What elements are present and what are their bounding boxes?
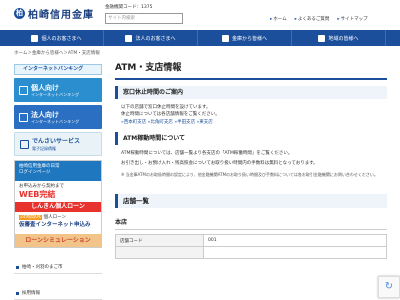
button-sub-label: インターネットバンキング [31,118,80,124]
table-value: 001 [203,234,387,247]
top-links: ホーム よくあるご質問 サイトマップ [270,16,368,22]
sidebar-link-recruit[interactable]: 採用情報 [14,288,102,300]
personal-banking-button[interactable]: 個人向け インターネットバンキング [14,78,102,102]
button-sub-label: 電子記録債権 [32,145,56,151]
branch-links[interactable]: »西本町支店 »比角町支店 »半田支店 »東支店 [115,119,387,125]
button-main-label: でんさいサービス [32,137,81,145]
main-content: ATM・支店情報 窓口休止時間のご案内 以下の店舗で窓口休止時間を設けています。… [115,60,387,259]
nav-community[interactable]: 地域の皆様へ [292,30,386,46]
community-icon [318,34,326,42]
nav-corporate[interactable]: 法人のお客さまへ [104,30,198,46]
section-heading-closure: 窓口休止時間のご案内 [115,86,387,99]
nav-from-bank[interactable]: 金庫から皆様へ [198,30,292,46]
table-row: 店舗コード 001 [115,234,387,247]
banner-text: WEB完結 [19,190,56,199]
web-complete-banner[interactable]: お申込みから契約まで WEB完結 [15,181,101,201]
online-loan-banner[interactable]: 24時間OK 個人ローン 仮審査インターネット申込み [15,212,101,234]
personal-loan-banner[interactable]: しんきん個人ローン [15,202,101,212]
logo-icon: 柏 [14,8,25,19]
home-link[interactable]: ホーム [270,16,286,22]
branch-name: 本店 [115,217,387,230]
button-sub-label: インターネットバンキング [31,91,80,97]
text-line: 休止時間については各店舗情報をご覧ください。 [121,111,220,117]
recaptcha-badge[interactable]: ↻ [378,276,400,298]
banner-text: ログインページ [19,170,51,175]
search-input[interactable]: サイト内検索 [105,13,183,24]
table-row [115,246,387,259]
logo-text: 柏崎信用金庫 [28,10,94,21]
table-label: 店舗コード [115,234,204,247]
table-label [115,246,204,259]
faq-link[interactable]: よくあるご質問 [295,16,330,22]
nav-label: 法人のお客さまへ [135,35,176,42]
sidebar: インターネットバンキング 個人向け インターネットバンキング 法人向け インター… [14,64,102,300]
recaptcha-icon: ↻ [384,281,394,292]
sidebar-heading: インターネットバンキング [14,64,102,75]
text-line: ATM稼動時間については、店舗一覧より各支店の「ATM稼働時間」をご覧ください。 [121,151,293,156]
page-title: ATM・支店情報 [115,60,387,80]
button-main-label: 個人向け [31,83,59,92]
text-line: お引き出し・お預け入れ・残高照会についてお取り扱い時間内の手数料は無料となってお… [121,160,318,166]
header: 柏 柏崎信用金庫 金融機関コード：1375 サイト内検索 ホーム よくあるご質問… [0,0,400,30]
building-icon [125,34,133,42]
corporate-banking-button[interactable]: 法人向け インターネットバンキング [14,105,102,129]
building-icon [19,112,28,122]
densai-service-button[interactable]: でんさいサービス 電子記録債権 [14,132,102,156]
bank-code: 金融機関コード：1375 [105,5,153,10]
person-icon [31,34,39,42]
table-value [203,246,387,259]
branch-table: 店舗コード 001 [115,234,387,259]
sitemap-link[interactable]: サイトマップ [337,16,368,22]
atm-text: ATM稼動時間については、店舗一覧より各支店の「ATM稼働時間」をご覧ください。… [115,151,387,167]
loan-banner[interactable]: 柏崎信用金庫の日常 ログインページ お申込みから契約まで WEB完結 しんきん個… [14,160,102,248]
nav-label: 金庫から皆様へ [231,35,267,42]
bank-icon [221,34,229,42]
section-heading-atm: ATM稼動時間について [115,132,387,145]
document-icon [20,139,29,149]
main-nav: 個人のお客さまへ 法人のお客さまへ 金庫から皆様へ 地域の皆様へ [0,30,400,46]
closure-text: 以下の店舗で窓口休止時間を設けています。 休止時間については各店舗情報をご覧くだ… [115,105,387,118]
button-main-label: 法人向け [31,110,59,119]
person-icon [19,85,28,95]
nav-label: 個人のお客さまへ [41,35,82,42]
loan-simulation-banner[interactable]: ローンシミュレーション [15,234,101,247]
nav-label: 地域の皆様へ [328,35,359,42]
atm-note: ※ 当金庫ATMのお取扱時間の設定により、他金融機関ATMのお取り扱い時間及び手… [121,172,378,177]
logo[interactable]: 柏 柏崎信用金庫 [14,6,94,21]
banner-text: 仮審査インターネット申込み [19,222,91,228]
login-banner[interactable]: 柏崎信用金庫の日常 ログインページ [15,161,101,181]
store-list-heading: 店舗一覧 [115,194,387,208]
sidebar-link-market[interactable]: 柏崎・刈羽のまご市 [14,262,102,274]
breadcrumb: ホーム＞金庫から皆様へ＞ATM・支店情報 [14,51,100,56]
nav-personal[interactable]: 個人のお客さまへ [10,30,104,46]
